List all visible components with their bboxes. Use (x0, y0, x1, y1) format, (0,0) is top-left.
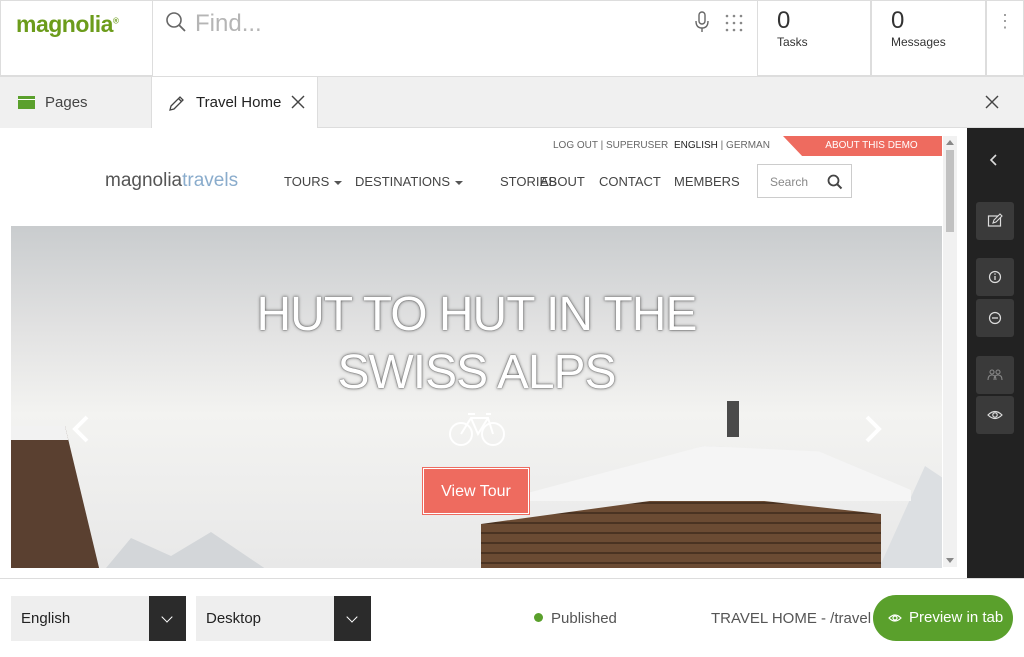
site-logo-accent: travels (182, 170, 239, 191)
nav-tours[interactable]: TOURS (284, 174, 343, 189)
permissions-button[interactable] (976, 356, 1014, 394)
status-dot-icon (534, 613, 543, 622)
tab-pages-label: Pages (45, 94, 88, 111)
edit-properties-button[interactable] (976, 202, 1014, 240)
more-menu-icon[interactable]: ⋮ (986, 0, 1024, 76)
chevron-left-icon[interactable] (987, 153, 1001, 167)
tasks-counter[interactable]: 0 Tasks (757, 0, 871, 76)
tab-pages[interactable]: Pages (0, 77, 152, 128)
site-search-box[interactable]: Search (757, 164, 852, 198)
pages-app-icon (18, 96, 35, 109)
minus-circle-icon (988, 311, 1002, 325)
preview-page-button[interactable] (976, 396, 1014, 434)
hut-chimney (727, 401, 739, 437)
hero-title-line2: SWISS ALPS (337, 346, 616, 399)
microphone-icon[interactable] (694, 11, 710, 33)
find-input[interactable] (195, 7, 655, 41)
eye-icon (987, 410, 1003, 420)
action-bar (967, 128, 1024, 578)
mountain-background (91, 532, 291, 568)
messages-count: 0 (891, 7, 905, 34)
app-launcher-icon[interactable] (724, 13, 744, 33)
messages-counter[interactable]: 0 Messages (871, 0, 986, 76)
close-tab-icon[interactable] (290, 94, 306, 110)
scrollbar-thumb[interactable] (946, 150, 954, 232)
language-select-value: English (21, 610, 71, 627)
about-demo-banner[interactable]: ABOUT THIS DEMO (783, 136, 942, 156)
eye-icon (888, 614, 902, 622)
device-select-value: Desktop (206, 610, 262, 627)
site-search-placeholder: Search (770, 175, 809, 189)
tasks-label: Tasks (777, 35, 808, 49)
nav-tours-label: TOURS (284, 174, 330, 189)
messages-label: Messages (891, 35, 946, 49)
nav-members[interactable]: MEMBERS (674, 174, 740, 189)
carousel-prev-icon[interactable] (71, 414, 91, 444)
pencil-icon (169, 96, 184, 111)
preview-in-tab-label: Preview in tab (909, 609, 1004, 626)
scroll-up-arrow-icon[interactable] (946, 140, 954, 145)
nav-destinations[interactable]: DESTINATIONS (355, 174, 464, 189)
close-app-icon[interactable] (984, 94, 1000, 110)
lang-german[interactable]: | GERMAN (718, 140, 770, 151)
edit-note-icon (987, 213, 1003, 227)
page-preview: LOG OUT | SUPERUSER ENGLISH | GERMAN ABO… (0, 128, 967, 579)
site-language-switch[interactable]: ENGLISH | GERMAN (674, 140, 770, 151)
unpublish-button[interactable] (976, 299, 1014, 337)
nav-destinations-label: DESTINATIONS (355, 174, 451, 189)
info-icon (988, 270, 1002, 284)
site-logout-link[interactable]: LOG OUT | SUPERUSER (553, 140, 668, 151)
logo-text: magnolia® (16, 11, 119, 37)
hero-banner: HUT TO HUT IN THE SWISS ALPS View Tour (11, 226, 942, 568)
chevron-down-icon[interactable] (149, 596, 186, 641)
scroll-down-arrow-icon[interactable] (946, 558, 954, 563)
caret-down-icon (455, 180, 464, 185)
app-logo[interactable]: magnolia® (0, 0, 153, 76)
search-icon (166, 12, 186, 32)
hut-left (11, 426, 101, 568)
find-bar (153, 0, 757, 76)
carousel-next-icon[interactable] (863, 414, 883, 444)
device-select[interactable]: Desktop (196, 596, 371, 641)
caret-down-icon (334, 180, 343, 185)
publish-status-label: Published (551, 610, 617, 627)
chevron-down-icon[interactable] (334, 596, 371, 641)
hero-title-line1: HUT TO HUT IN THE (256, 288, 698, 341)
publish-status: Published (534, 610, 617, 627)
preview-in-tab-button[interactable]: Preview in tab (873, 595, 1013, 641)
users-icon (987, 369, 1003, 381)
top-bar: magnolia® 0 Tasks 0 Messages ⋮ (0, 0, 1024, 77)
preview-scrollbar[interactable] (943, 136, 957, 567)
lang-english[interactable]: ENGLISH (674, 140, 718, 151)
page-info-button[interactable] (976, 258, 1014, 296)
nav-about[interactable]: ABOUT (540, 174, 585, 189)
search-icon[interactable] (827, 174, 843, 190)
bottom-bar: English Desktop Published TRAVEL HOME - … (0, 578, 1024, 657)
tab-travel-home-label: Travel Home (196, 94, 282, 111)
site-utility-bar: LOG OUT | SUPERUSER ENGLISH | GERMAN ABO… (11, 136, 942, 158)
site-logo-main: magnolia (105, 170, 183, 191)
language-select[interactable]: English (11, 596, 186, 641)
hero-title: HUT TO HUT IN THE SWISS ALPS (11, 286, 942, 402)
bicycle-icon (449, 413, 505, 446)
site-logo[interactable]: magnoliatravels (105, 170, 238, 192)
view-tour-button[interactable]: View Tour (422, 467, 530, 515)
tab-bar: Pages Travel Home (0, 77, 1024, 129)
tab-travel-home[interactable]: Travel Home (152, 77, 318, 129)
tasks-count: 0 (777, 7, 791, 34)
page-path: TRAVEL HOME - /travel (711, 610, 872, 627)
nav-contact[interactable]: CONTACT (599, 174, 661, 189)
